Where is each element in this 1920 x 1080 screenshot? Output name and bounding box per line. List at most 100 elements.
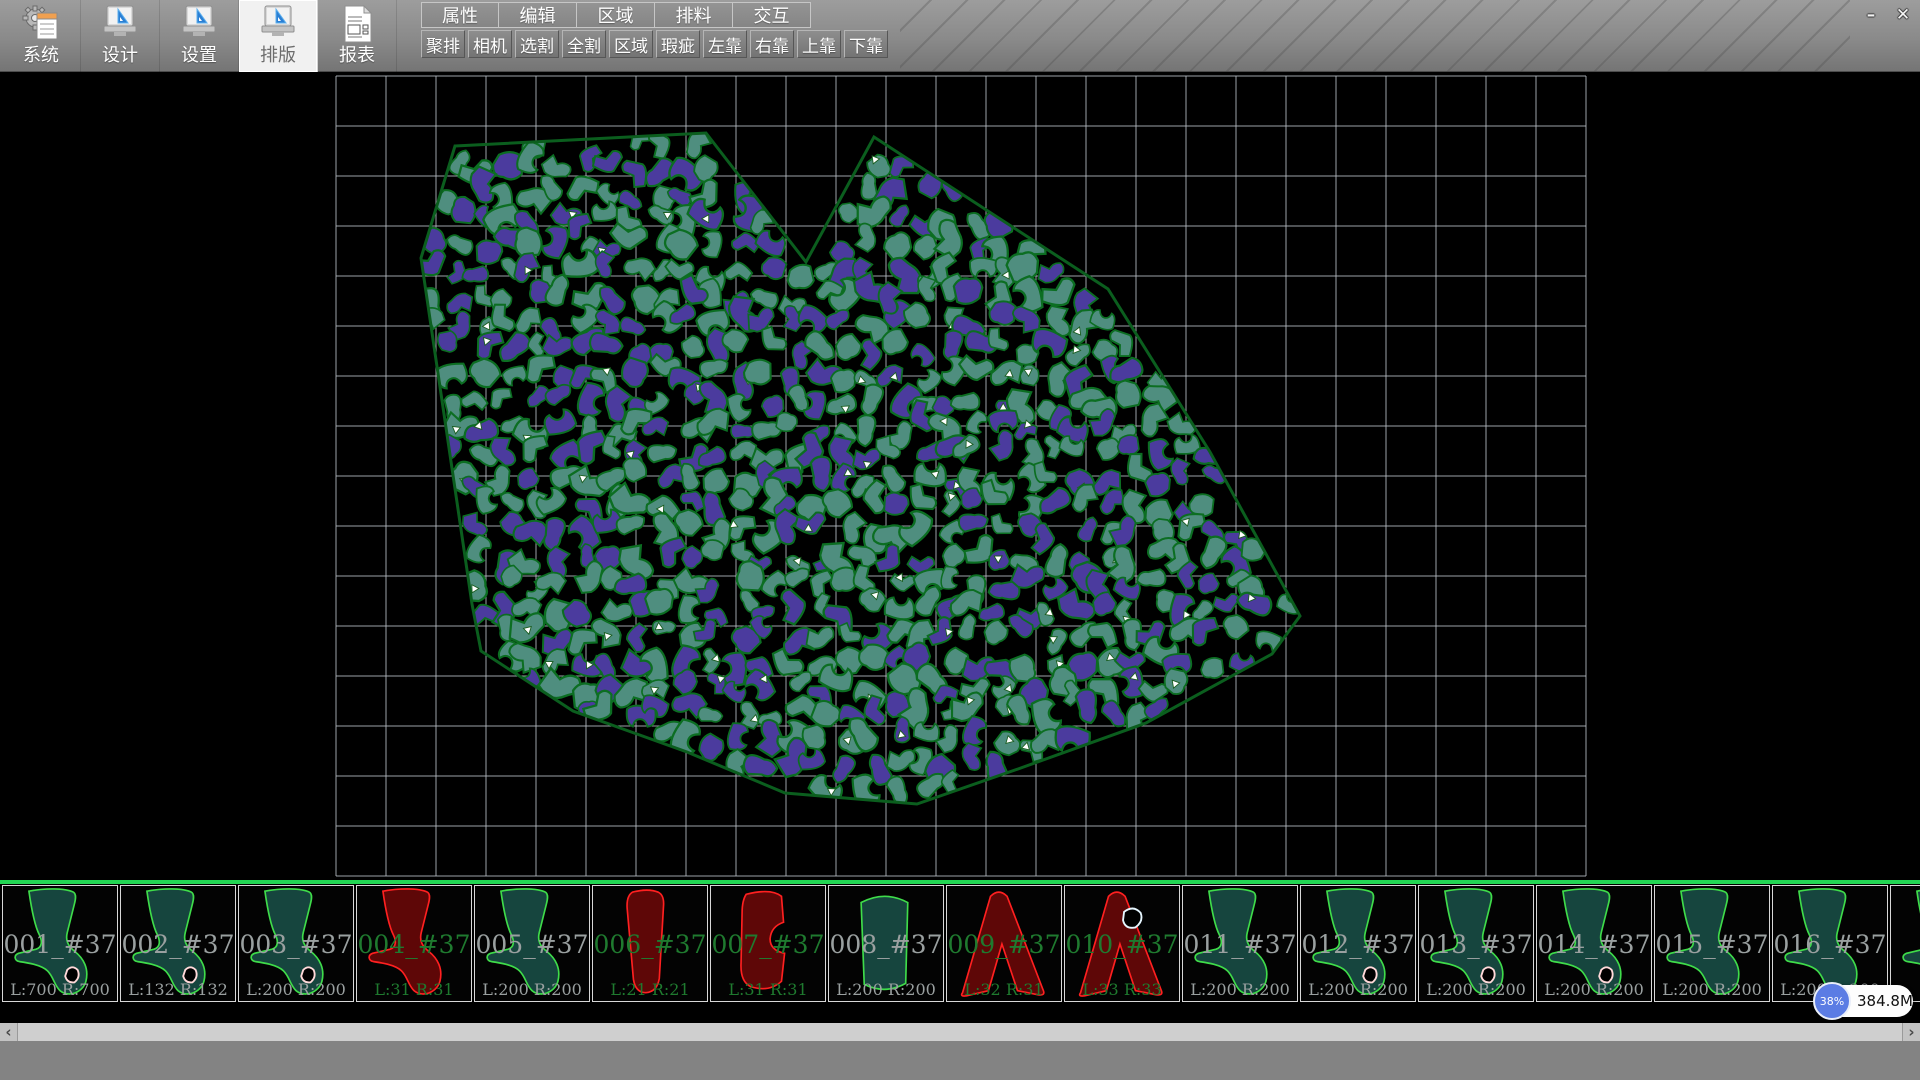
tool-button-上靠[interactable]: 上靠 — [797, 30, 841, 58]
part-lr-count: L:200 R:200 — [1301, 980, 1415, 999]
part-number: 009_#37 — [947, 930, 1061, 959]
scroll-right-button[interactable]: › — [1902, 1023, 1920, 1041]
main-tool-label: 系统 — [23, 45, 59, 67]
part-lr-count: L:700 R:700 — [3, 980, 117, 999]
main-tool-label: 设置 — [181, 45, 217, 67]
part-number: 011_#37 — [1183, 930, 1297, 959]
part-number: 012_#37 — [1301, 930, 1415, 959]
part-thumbnail-006_#37[interactable]: 006_#37 L:21 R:21 — [592, 885, 708, 1002]
part-number: 015_#37 — [1655, 930, 1769, 959]
main-tool-设置[interactable]: 设置 — [160, 0, 239, 72]
badge-memory: 384.8M — [1857, 982, 1913, 1020]
settings-ruler-icon — [179, 3, 219, 45]
application-window: 系统设计设置排版报表 属性编辑区域排料交互 聚排相机选割全割区域瑕疵左靠右靠上靠… — [0, 0, 1920, 1080]
part-number: 005_#37 — [475, 930, 589, 959]
nesting-canvas-area[interactable] — [0, 72, 1920, 880]
menu-tab-属性[interactable]: 属性 — [421, 2, 499, 28]
status-bar — [0, 1041, 1920, 1080]
part-number: 010_#37 — [1065, 930, 1179, 959]
part-lr-count: L:200 R:200 — [239, 980, 353, 999]
parts-thumbnail-strip: 001_#37L:700 R:700002_#37L:132 R:132003_… — [0, 880, 1920, 1023]
main-tool-label: 报表 — [339, 45, 375, 67]
part-number: 004_#37 — [357, 930, 471, 959]
toolbar-hatch-texture — [900, 0, 1850, 72]
tool-button-下靠[interactable]: 下靠 — [844, 30, 888, 58]
part-lr-count: L:200 R:200 — [1419, 980, 1533, 999]
list — [37, 13, 57, 39]
parts-list: 001_#37L:700 R:700002_#37L:132 R:132003_… — [2, 885, 1920, 1002]
tool-button-全割[interactable]: 全割 — [562, 30, 606, 58]
main-tool-设计[interactable]: 设计 — [81, 0, 160, 72]
part-number: 007_#37 — [711, 930, 825, 959]
part-number: 001_#37 — [3, 930, 117, 959]
tool-button-区域[interactable]: 区域 — [609, 30, 653, 58]
part-thumbnail-012_#37[interactable]: 012_#37 L:200 R:200 — [1300, 885, 1416, 1002]
badge-progress-circle: 38% — [1813, 982, 1851, 1020]
nested-pieces — [412, 127, 1303, 810]
scroll-left-button[interactable]: ‹ — [0, 1023, 18, 1041]
tool-button-瑕疵[interactable]: 瑕疵 — [656, 30, 700, 58]
part-lr-count: L:200 R:200 — [829, 980, 943, 999]
part-thumbnail-002_#37[interactable]: 002_#37 L:132 R:132 — [120, 885, 236, 1002]
part-lr-count: L:33 R:33 — [1065, 980, 1179, 999]
part-lr-count: L:31 R:31 — [357, 980, 471, 999]
tool-button-左靠[interactable]: 左靠 — [703, 30, 747, 58]
tool-button-bar: 聚排相机选割全割区域瑕疵左靠右靠上靠下靠 — [421, 30, 888, 58]
nesting-ruler-icon — [258, 3, 298, 45]
part-thumbnail-014_#37[interactable]: 014_#37L:200 R:200 — [1536, 885, 1652, 1002]
part-thumbnail-013_#37[interactable]: 013_#37 L:200 R:200 — [1418, 885, 1534, 1002]
menu-tab-交互[interactable]: 交互 — [733, 2, 811, 28]
part-number: 0 — [1891, 930, 1920, 959]
part-lr-count: L:21 R:21 — [593, 980, 707, 999]
part-thumbnail-003_#37[interactable]: 003_#37 L:200 R:200 — [238, 885, 354, 1002]
main-tool-报表[interactable]: 报表 — [318, 0, 397, 72]
badge-percent: 38% — [1820, 995, 1844, 1008]
strip-separator-line — [0, 880, 1920, 884]
window-controls: – ✕ — [1857, 3, 1917, 27]
part-thumbnail-004_#37[interactable]: 004_#37 L:31 R:31 — [356, 885, 472, 1002]
part-thumbnail-009_#37[interactable]: 009_#37 L:32 R:31 — [946, 885, 1062, 1002]
part-number: 002_#37 — [121, 930, 235, 959]
tool-button-右靠[interactable]: 右靠 — [750, 30, 794, 58]
part-lr-count: L:200 R:200 — [1537, 980, 1651, 999]
part-thumbnail-001_#37[interactable]: 001_#37 L:700 R:700 — [2, 885, 118, 1002]
part-lr-count: L:31 R:31 — [711, 980, 825, 999]
main-tool-系统[interactable]: 系统 — [2, 0, 81, 72]
tool-button-相机[interactable]: 相机 — [468, 30, 512, 58]
nesting-canvas[interactable] — [0, 72, 1920, 880]
part-thumbnail-007_#37[interactable]: 007_#37 L:31 R:31 — [710, 885, 826, 1002]
status-badge[interactable]: 38% 384.8M — [1813, 982, 1913, 1020]
part-thumbnail-010_#37[interactable]: 010_#37 L:33 R:33 — [1064, 885, 1180, 1002]
part-lr-count: L:200 R:200 — [1655, 980, 1769, 999]
part-number: 016_#37 — [1773, 930, 1887, 959]
part-thumbnail-005_#37[interactable]: 005_#37 L:200 R:200 — [474, 885, 590, 1002]
main-tool-label: 设计 — [102, 45, 138, 67]
part-number: 013_#37 — [1419, 930, 1533, 959]
part-thumbnail-008_#37[interactable]: 008_#37 L:200 R:200 — [828, 885, 944, 1002]
main-toolbar: 系统 设计 设置 排版 报表 — [2, 0, 397, 72]
tool-button-聚排[interactable]: 聚排 — [421, 30, 465, 58]
part-thumbnail-011_#37[interactable]: 011_#37 L:200 R:200 — [1182, 885, 1298, 1002]
minimize-button[interactable]: – — [1857, 3, 1885, 27]
tool-button-选割[interactable]: 选割 — [515, 30, 559, 58]
part-lr-count: L:200 R:200 — [475, 980, 589, 999]
close-button[interactable]: ✕ — [1889, 3, 1917, 27]
part-number: 006_#37 — [593, 930, 707, 959]
part-number: 008_#37 — [829, 930, 943, 959]
report-doc-icon — [337, 3, 377, 45]
part-lr-count: L:32 R:31 — [947, 980, 1061, 999]
part-number: 003_#37 — [239, 930, 353, 959]
part-lr-count: L:200 R:200 — [1183, 980, 1297, 999]
system-gear-icon — [21, 3, 61, 45]
part-thumbnail-015_#37[interactable]: 015_#37 L:200 R:200 — [1654, 885, 1770, 1002]
main-tool-label: 排版 — [260, 45, 296, 67]
main-tool-排版[interactable]: 排版 — [239, 0, 318, 72]
menu-tab-区域[interactable]: 区域 — [577, 2, 655, 28]
horizontal-scrollbar[interactable]: ‹ › — [0, 1023, 1920, 1041]
menu-tab-编辑[interactable]: 编辑 — [499, 2, 577, 28]
menu-tab-排料[interactable]: 排料 — [655, 2, 733, 28]
top-toolbar: 系统设计设置排版报表 属性编辑区域排料交互 聚排相机选割全割区域瑕疵左靠右靠上靠… — [0, 0, 1920, 72]
part-lr-count: L:132 R:132 — [121, 980, 235, 999]
design-ruler-icon — [100, 3, 140, 45]
menu-tab-bar: 属性编辑区域排料交互 — [421, 2, 811, 28]
